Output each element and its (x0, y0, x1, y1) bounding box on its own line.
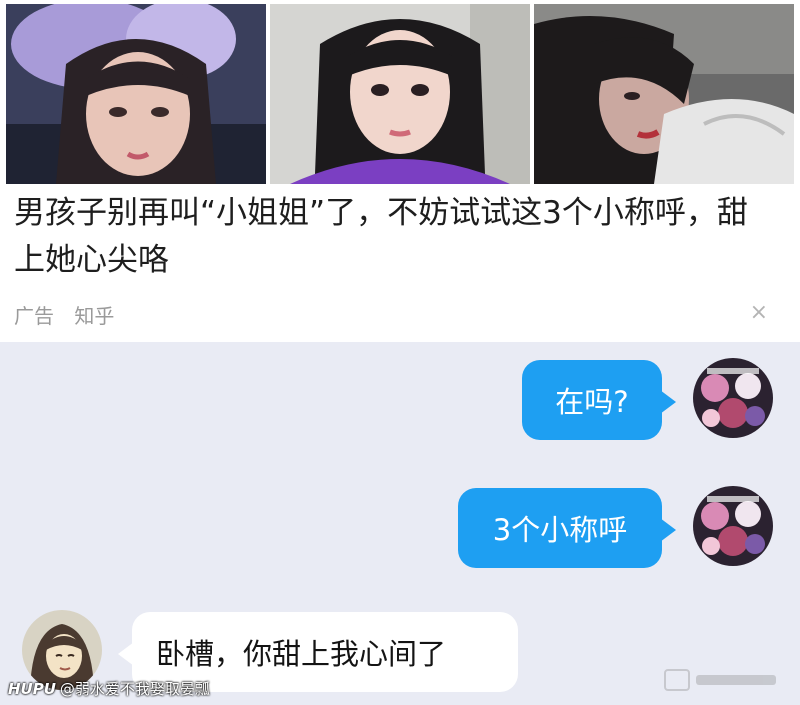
close-icon[interactable]: × (750, 302, 768, 324)
ad-meta: 广告 知乎 (14, 300, 128, 329)
message-text: 卧槽，你甜上我心间了 (156, 637, 447, 671)
chat-area: 在吗? 3个小称呼 卧槽，你甜上我心间了 HUPU @弱水爱不我娶取晏瓢 (0, 342, 800, 705)
avatar-self[interactable] (693, 486, 773, 566)
avatar-self[interactable] (693, 358, 773, 438)
ad-image-strip (6, 4, 794, 184)
app-logo-icon (664, 669, 784, 691)
logo-box-icon (664, 669, 690, 691)
screenshot: 男孩子别再叫“小姐姐”了，不妨试试这3个小称呼，甜上她心尖咯 广告 知乎 × 在… (0, 0, 800, 705)
bubble-tail (660, 518, 676, 542)
ad-card[interactable]: 男孩子别再叫“小姐姐”了，不妨试试这3个小称呼，甜上她心尖咯 广告 知乎 × (0, 0, 800, 342)
ad-tag: 广告 (14, 304, 54, 328)
message-bubble-outgoing[interactable]: 在吗? (522, 360, 676, 440)
ad-headline[interactable]: 男孩子别再叫“小姐姐”了，不妨试试这3个小称呼，甜上她心尖咯 (14, 190, 774, 284)
logo-text-placeholder (696, 675, 776, 685)
bubble-tail (660, 390, 676, 414)
message-text: 3个小称呼 (492, 513, 628, 547)
watermark-brand: HUPU (8, 680, 56, 698)
watermark-user: @弱水爱不我娶取晏瓢 (59, 680, 210, 698)
watermark: HUPU @弱水爱不我娶取晏瓢 (8, 678, 210, 699)
ad-source: 知乎 (74, 304, 115, 328)
ad-photo-2[interactable] (270, 4, 530, 184)
ad-photo-1[interactable] (6, 4, 266, 184)
ad-photo-3[interactable] (534, 4, 794, 184)
bubble-tail (118, 642, 134, 666)
message-bubble-outgoing[interactable]: 3个小称呼 (458, 488, 676, 568)
message-text: 在吗? (555, 385, 629, 419)
